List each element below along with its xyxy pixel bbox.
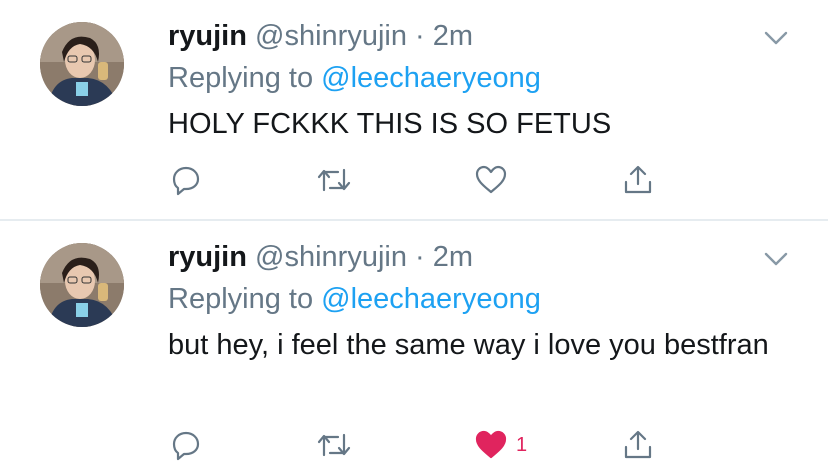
like-button[interactable] — [474, 158, 516, 202]
timestamp[interactable]: 2m — [433, 20, 473, 52]
reply-button[interactable] — [170, 158, 202, 202]
avatar[interactable] — [40, 243, 124, 327]
replying-to-label: Replying to — [168, 62, 322, 94]
reply-icon — [172, 166, 200, 196]
mention-link[interactable]: @leechaeryeong — [321, 62, 541, 94]
tweet-actions: 1 — [168, 423, 688, 467]
avatar[interactable] — [40, 22, 124, 106]
user-handle[interactable]: @shinryujin — [255, 241, 407, 273]
tweet[interactable]: ryujin @shinryujin · 2m Replying to @lee… — [0, 0, 828, 220]
replying-to-label: Replying to — [168, 283, 322, 315]
tweet-text: HOLY FCKKK THIS IS SO FETUS — [168, 108, 612, 140]
retweet-icon — [317, 433, 351, 457]
tweet[interactable]: ryujin @shinryujin · 2m Replying to @lee… — [0, 221, 828, 469]
chevron-down-icon[interactable] — [762, 249, 790, 269]
user-handle[interactable]: @shinryujin — [255, 20, 407, 52]
mention-link[interactable]: @leechaeryeong — [321, 283, 541, 315]
share-button[interactable] — [622, 423, 654, 467]
heart-icon — [475, 430, 507, 459]
reply-icon — [172, 431, 200, 461]
tweet-actions — [168, 158, 688, 202]
retweet-button[interactable] — [316, 423, 352, 467]
tweet-header: ryujin @shinryujin · 2m — [168, 14, 473, 58]
share-icon — [624, 430, 652, 459]
share-button[interactable] — [622, 158, 654, 202]
replying-to: Replying to @leechaeryeong — [168, 277, 541, 321]
like-button[interactable]: 1 — [474, 423, 527, 467]
tweet-text: but hey, i feel the same way i love you … — [168, 329, 769, 361]
separator-dot: · — [415, 241, 425, 273]
reply-button[interactable] — [170, 423, 202, 467]
chevron-down-icon[interactable] — [762, 28, 790, 48]
heart-icon — [475, 165, 507, 194]
replying-to: Replying to @leechaeryeong — [168, 56, 541, 100]
share-icon — [624, 165, 652, 194]
retweet-button[interactable] — [316, 158, 352, 202]
display-name[interactable]: ryujin — [168, 241, 247, 273]
avatar-image — [40, 22, 124, 106]
separator-dot: · — [415, 20, 425, 52]
tweet-header: ryujin @shinryujin · 2m — [168, 235, 473, 279]
like-count: 1 — [516, 433, 528, 456]
avatar-image — [40, 243, 124, 327]
retweet-icon — [317, 168, 351, 192]
display-name[interactable]: ryujin — [168, 20, 247, 52]
timestamp[interactable]: 2m — [433, 241, 473, 273]
